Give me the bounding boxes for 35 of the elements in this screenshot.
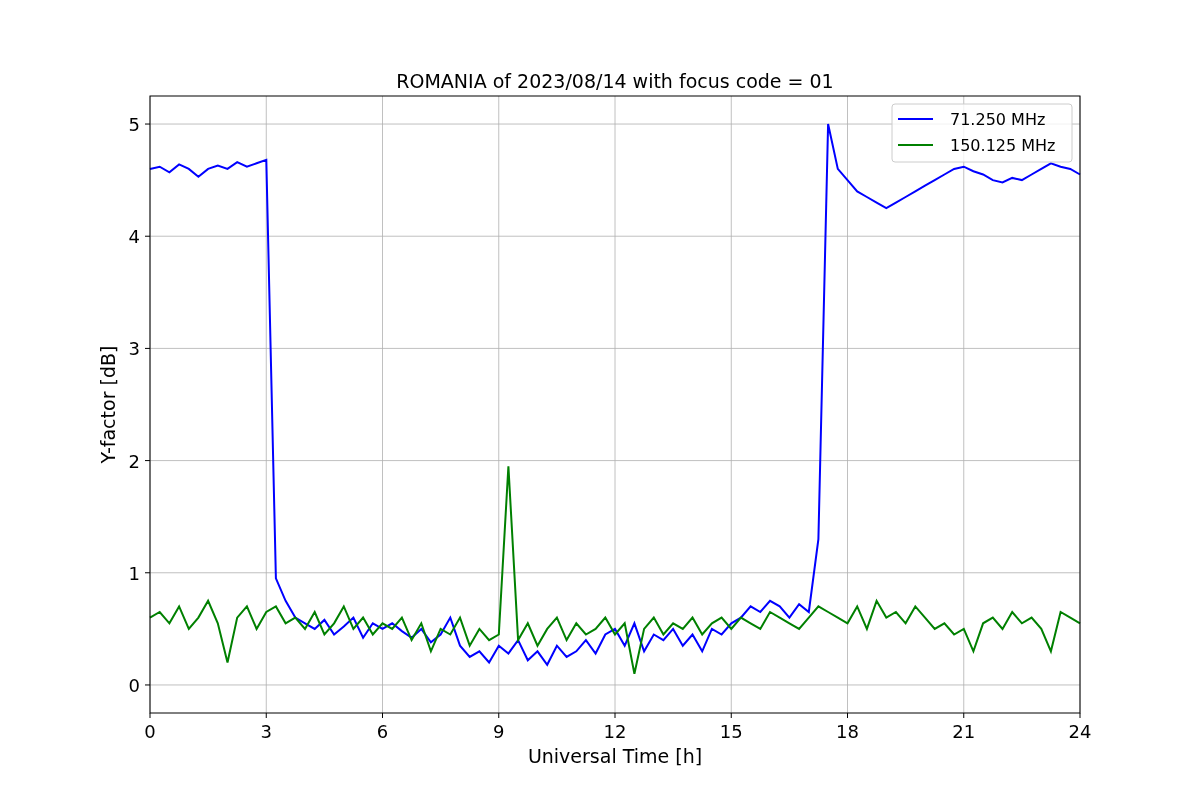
y-tick-label: 4 — [128, 226, 140, 248]
chart-title: ROMANIA of 2023/08/14 with focus code = 01 — [396, 70, 834, 92]
tick-mark — [144, 235, 151, 237]
tick-mark — [614, 712, 616, 719]
x-tick-label: 18 — [836, 721, 859, 742]
tick-mark — [265, 712, 267, 719]
tick-mark — [963, 712, 965, 719]
tick-mark — [1079, 712, 1081, 719]
tick-mark — [730, 712, 732, 719]
tick-mark — [498, 712, 500, 719]
tick-mark — [144, 572, 151, 574]
tick-mark — [144, 460, 151, 462]
tick-mark — [149, 712, 151, 719]
tick-mark — [144, 347, 151, 349]
x-axis-label: Universal Time [h] — [527, 745, 703, 767]
tick-mark — [144, 684, 151, 686]
x-tick-label: 21 — [952, 721, 976, 742]
y-tick-label: 1 — [128, 562, 140, 584]
x-tick-label: 15 — [719, 721, 743, 742]
tick-mark — [144, 123, 151, 125]
x-tick-label: 12 — [603, 721, 627, 742]
legend-label: 150.125 MHz — [950, 136, 1056, 155]
y-tick-label: 5 — [128, 114, 140, 136]
y-tick-label: 3 — [128, 338, 140, 360]
x-tick-label: 24 — [1068, 721, 1092, 742]
y-tick-label: 0 — [128, 674, 140, 696]
legend-label: 71.250 MHz — [950, 110, 1046, 129]
x-tick-label: 6 — [376, 721, 389, 742]
x-tick-label: 3 — [260, 721, 272, 742]
y-tick-label: 2 — [128, 450, 140, 472]
tick-mark — [382, 712, 383, 719]
x-tick-label: 0 — [144, 721, 156, 742]
x-tick-label: 9 — [493, 721, 505, 742]
y-axis-label: Y-factor [dB] — [97, 345, 119, 464]
tick-mark — [847, 712, 848, 719]
